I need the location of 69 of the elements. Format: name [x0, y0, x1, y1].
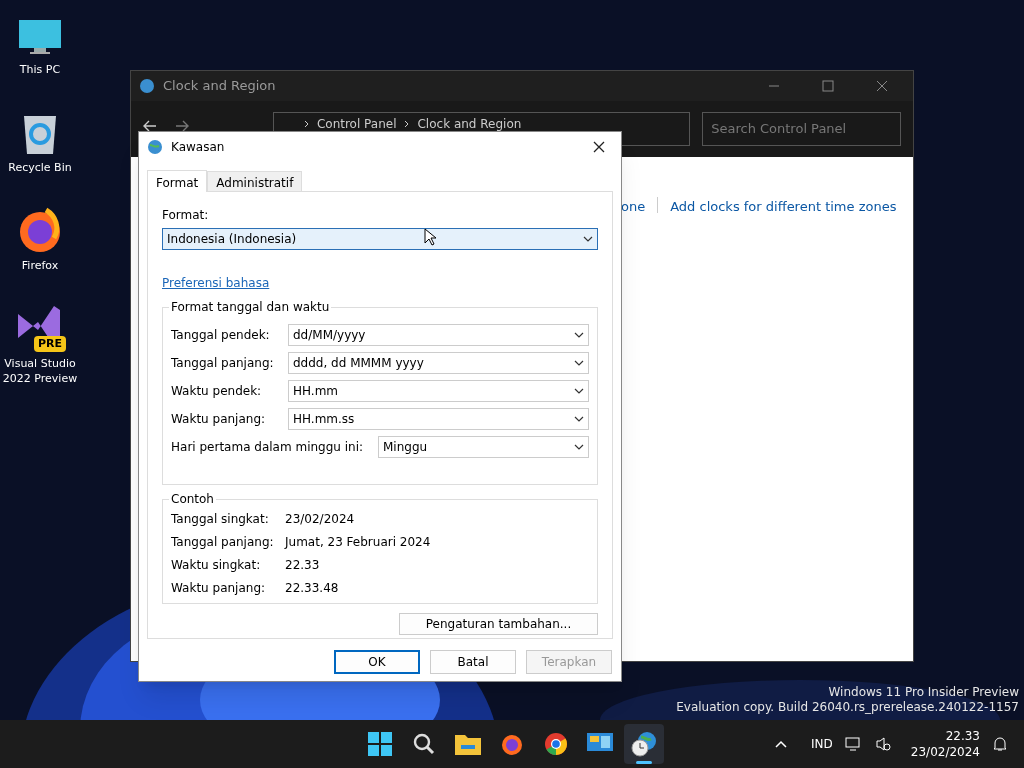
link[interactable]: Add clocks for different time zones — [670, 197, 897, 661]
globe-icon — [139, 78, 155, 94]
additional-settings-button[interactable]: Pengaturan tambahan... — [399, 613, 598, 635]
language-indicator[interactable]: IND — [811, 735, 833, 753]
format-dropdown[interactable]: HH.mm — [288, 380, 589, 402]
example-value: 23/02/2024 — [285, 511, 355, 527]
globe-clock-icon[interactable] — [631, 731, 657, 757]
field-label: Format: — [162, 207, 210, 224]
desktop-icon-label[interactable]: This PC — [19, 62, 61, 77]
watermark-text: Windows 11 Pro Insider Preview — [828, 685, 1019, 700]
breadcrumb-item[interactable]: Control Panel — [316, 117, 397, 131]
field-label: Tanggal pendek: — [171, 327, 271, 344]
format-dropdown[interactable]: HH.mm.ss — [288, 408, 589, 430]
field-label: Hari pertama dalam minggu ini: — [171, 439, 365, 456]
dialog-button[interactable]: OK — [334, 650, 420, 674]
search-icon[interactable] — [412, 732, 436, 756]
chevron-down-icon — [574, 416, 584, 422]
folder-icon[interactable] — [455, 733, 481, 755]
group-title: Contoh — [169, 492, 216, 506]
group-title: Format tanggal dan waktu — [169, 300, 332, 314]
first-day-dropdown[interactable]: Minggu — [378, 436, 589, 458]
example-value: Jumat, 23 Februari 2024 — [285, 534, 431, 550]
network-icon[interactable] — [844, 736, 863, 752]
desktop-icon-label[interactable]: Recycle Bin — [8, 160, 72, 175]
example-value: 22.33 — [285, 557, 320, 573]
example-label: Waktu singkat: — [171, 557, 262, 573]
chevron-right-icon — [404, 120, 410, 128]
format-dropdown[interactable]: Indonesia (Indonesia) — [162, 228, 598, 250]
field-label: Waktu panjang: — [171, 411, 267, 428]
window-title: Clock and Region — [163, 77, 277, 96]
tab[interactable]: Administratif — [207, 171, 303, 191]
active-indicator — [636, 761, 652, 764]
chevron-down-icon — [574, 388, 584, 394]
example-value: 22.33.48 — [285, 580, 339, 596]
globe-icon — [147, 138, 163, 155]
field-label: Waktu pendek: — [171, 383, 263, 400]
dialog-button[interactable]: Batal — [430, 650, 516, 674]
taskbar-app[interactable] — [624, 724, 664, 764]
dialog-title: Kawasan — [171, 138, 226, 156]
chevron-up-icon[interactable] — [775, 740, 788, 748]
back-arrow-icon[interactable] — [143, 120, 157, 132]
firefox-icon[interactable] — [500, 732, 524, 756]
search-field[interactable]: Search Control Panel — [702, 112, 901, 146]
example-label: Tanggal panjang: — [171, 534, 275, 550]
format-dropdown[interactable]: dddd, dd MMMM yyyy — [288, 352, 589, 374]
muted-speaker-icon[interactable] — [874, 736, 891, 752]
language-link[interactable]: Preferensi bahasa — [162, 274, 270, 292]
format-dropdown[interactable]: dd/MM/yyyy — [288, 324, 589, 346]
close-icon[interactable] — [593, 140, 605, 153]
desktop-icon-label[interactable]: Firefox — [21, 258, 59, 273]
example-label: Tanggal singkat: — [171, 511, 270, 527]
bell-icon[interactable] — [992, 736, 1008, 752]
breadcrumb-item[interactable]: Clock and Region — [417, 117, 522, 131]
chevron-down-icon — [574, 332, 584, 338]
forward-arrow-icon[interactable] — [175, 120, 189, 132]
chevron-down-icon — [583, 236, 593, 242]
chevron-right-icon — [303, 120, 309, 128]
field-label: Tanggal panjang: — [171, 355, 275, 372]
chrome-icon[interactable] — [544, 732, 568, 756]
link[interactable]: one — [621, 197, 646, 661]
desktop-icon-label[interactable]: Visual Studio 2022 Preview — [0, 356, 80, 386]
clock[interactable]: 22.33 23/02/2024 — [910, 728, 980, 760]
tab[interactable]: Format — [147, 170, 208, 192]
windows-logo-icon[interactable] — [368, 732, 392, 756]
chevron-down-icon — [574, 360, 584, 366]
mouse-cursor-icon — [424, 228, 436, 246]
watermark-text: Evaluation copy. Build 26040.rs_prerelease.240122-1157 — [676, 700, 1019, 715]
example-label: Waktu panjang: — [171, 580, 267, 596]
chevron-down-icon — [574, 444, 584, 450]
